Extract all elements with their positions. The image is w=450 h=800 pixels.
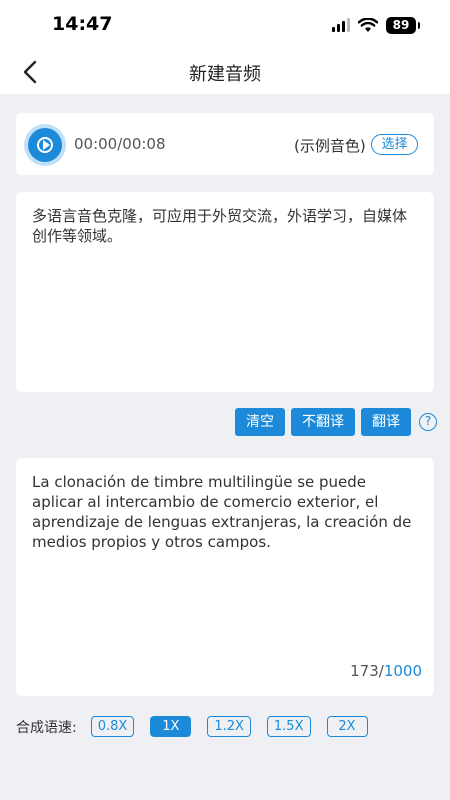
play-button[interactable] (28, 128, 62, 162)
translated-text[interactable]: La clonación de timbre multilingüe se pu… (32, 472, 418, 552)
status-bar: 14:47 89 (0, 0, 450, 50)
char-limit: 1000 (383, 662, 422, 680)
page-title: 新建音频 (189, 64, 261, 85)
clear-button[interactable]: 清空 (235, 408, 285, 436)
speed-option-1x[interactable]: 1X (150, 716, 192, 737)
speed-option-1.5x[interactable]: 1.5X (266, 716, 311, 737)
translated-text-card[interactable]: La clonación de timbre multilingüe se pu… (16, 458, 434, 696)
wifi-icon (358, 17, 378, 32)
source-text-card[interactable]: 多语言音色克隆，可应用于外贸交流，外语学习，自媒体创作等领域。 (16, 192, 434, 392)
no-translate-button[interactable]: 不翻译 (291, 408, 355, 436)
select-voice-button[interactable]: 选择 (371, 134, 418, 155)
help-icon[interactable]: ? (419, 413, 437, 431)
battery-icon: 89 (386, 16, 420, 34)
source-text[interactable]: 多语言音色克隆，可应用于外贸交流，外语学习，自媒体创作等领域。 (32, 206, 418, 246)
speed-label: 合成语速: (16, 719, 77, 736)
speed-option-1.2x[interactable]: 1.2X (207, 716, 251, 737)
translate-button[interactable]: 翻译 (361, 408, 411, 436)
sample-voice-label: (示例音色) (294, 137, 366, 155)
char-counter: 173/1000 (350, 662, 422, 680)
char-count: 173/ (350, 662, 384, 680)
status-icons: 89 (332, 15, 420, 35)
speed-option-2x[interactable]: 2X (326, 716, 368, 737)
speed-option-0.8x[interactable]: 0.8X (90, 716, 135, 737)
audio-card: 00:00/00:08 (示例音色) 选择 (16, 113, 434, 175)
nav-bar: 新建音频 (0, 50, 450, 94)
signal-icon (332, 18, 350, 32)
audio-time: 00:00/00:08 (74, 135, 166, 153)
status-time: 14:47 (52, 13, 113, 35)
speed-row: 合成语速: 0.8X 1X 1.2X 1.5X 2X (16, 716, 384, 737)
action-row: 清空 不翻译 翻译 ? (235, 408, 437, 436)
